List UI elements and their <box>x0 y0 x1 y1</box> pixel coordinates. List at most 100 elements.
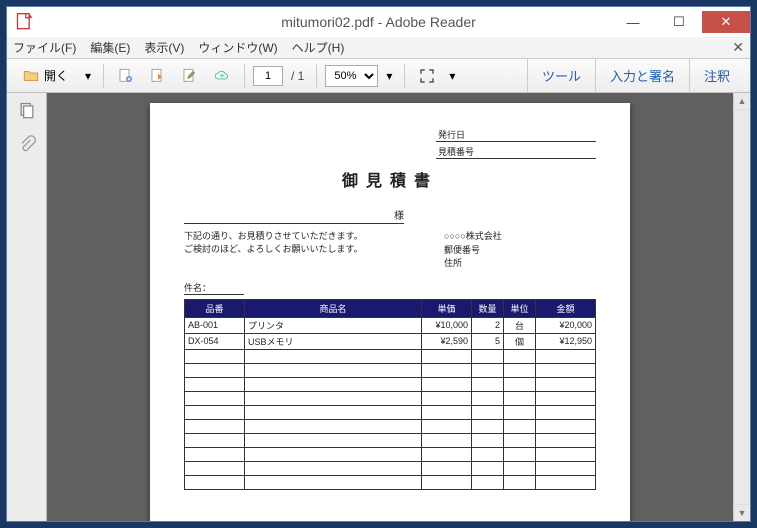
read-mode-button[interactable] <box>413 63 441 89</box>
cloud-up-icon <box>213 67 231 85</box>
cell-amount: ¥20,000 <box>536 317 596 333</box>
menu-view[interactable]: 表示(V) <box>144 39 184 56</box>
export-pdf-button[interactable] <box>144 63 172 89</box>
col-qty: 数量 <box>472 299 504 317</box>
edit-pdf-button[interactable] <box>176 63 204 89</box>
cell-name <box>245 433 422 447</box>
table-row: DX-054USBメモリ¥2,5905個¥12,950 <box>185 333 596 349</box>
zoom-dropdown[interactable]: ▾ <box>382 69 396 83</box>
cell-amount <box>536 363 596 377</box>
open-label: 開く <box>44 67 68 84</box>
page-convert-icon <box>117 67 135 85</box>
cell-name <box>245 419 422 433</box>
table-row <box>185 405 596 419</box>
attachment-icon[interactable] <box>17 135 37 155</box>
separator <box>404 64 405 88</box>
company-name: ○○○○株式会社 <box>444 230 502 244</box>
content-area: 発行日 見積番号 御見積書 様 下記の通り、お見積りさせていただきます。 ご検討… <box>7 93 750 521</box>
cell-unitprice: ¥10,000 <box>422 317 472 333</box>
scroll-up-arrow[interactable]: ▲ <box>734 93 750 110</box>
readmode-dropdown[interactable]: ▾ <box>445 69 459 83</box>
cell-name <box>245 447 422 461</box>
cell-amount <box>536 461 596 475</box>
cell-unitprice <box>422 405 472 419</box>
cell-amount <box>536 447 596 461</box>
zoom-select[interactable]: 50% <box>325 65 378 87</box>
pdf-page: 発行日 見積番号 御見積書 様 下記の通り、お見積りさせていただきます。 ご検討… <box>150 103 630 521</box>
cell-unitprice <box>422 433 472 447</box>
cell-unitprice <box>422 475 472 489</box>
cell-unit <box>504 391 536 405</box>
cell-qty <box>472 391 504 405</box>
cell-name <box>245 377 422 391</box>
separator <box>103 64 104 88</box>
cell-code <box>185 349 245 363</box>
cell-code: DX-054 <box>185 333 245 349</box>
table-row: AB-001プリンタ¥10,0002台¥20,000 <box>185 317 596 333</box>
tools-panel-link[interactable]: ツール <box>527 59 595 93</box>
cell-unitprice <box>422 363 472 377</box>
cell-name <box>245 461 422 475</box>
cell-qty: 2 <box>472 317 504 333</box>
page-pencil-icon <box>181 67 199 85</box>
cell-unit <box>504 447 536 461</box>
cell-amount <box>536 419 596 433</box>
postal-label: 郵便番号 <box>444 244 502 258</box>
thumbnails-icon[interactable] <box>17 101 37 121</box>
estimate-table: 品番 商品名 単価 数量 単位 金額 AB-001プリンタ¥10,0002台¥2… <box>184 299 596 490</box>
menubar: ファイル(F) 編集(E) 表示(V) ウィンドウ(W) ヘルプ(H) ✕ <box>7 37 750 59</box>
table-row <box>185 433 596 447</box>
col-name: 商品名 <box>245 299 422 317</box>
cell-unitprice: ¥2,590 <box>422 333 472 349</box>
minimize-button[interactable]: — <box>610 11 656 33</box>
cell-amount <box>536 391 596 405</box>
document-title: 御見積書 <box>184 167 596 191</box>
cell-qty <box>472 405 504 419</box>
cell-code <box>185 461 245 475</box>
menu-file[interactable]: ファイル(F) <box>13 39 76 56</box>
cell-qty <box>472 461 504 475</box>
nav-sidebar <box>7 93 47 521</box>
cell-code <box>185 475 245 489</box>
table-row <box>185 447 596 461</box>
menubar-close-icon[interactable]: ✕ <box>732 39 744 56</box>
menu-edit[interactable]: 編集(E) <box>90 39 130 56</box>
cell-amount <box>536 377 596 391</box>
cell-code <box>185 377 245 391</box>
page-number-input[interactable] <box>253 66 283 86</box>
cell-name <box>245 349 422 363</box>
col-unit: 単位 <box>504 299 536 317</box>
cell-unitprice <box>422 377 472 391</box>
table-row <box>185 419 596 433</box>
titlebar: mitumori02.pdf - Adobe Reader — ☐ ✕ <box>7 7 750 37</box>
cell-code <box>185 363 245 377</box>
table-row <box>185 363 596 377</box>
close-button[interactable]: ✕ <box>702 11 750 33</box>
fill-sign-panel-link[interactable]: 入力と署名 <box>595 59 689 93</box>
document-viewer[interactable]: 発行日 見積番号 御見積書 様 下記の通り、お見積りさせていただきます。 ご検討… <box>47 93 750 521</box>
cell-qty <box>472 433 504 447</box>
cell-unit <box>504 419 536 433</box>
create-pdf-button[interactable] <box>112 63 140 89</box>
cell-unit <box>504 349 536 363</box>
cell-qty <box>472 349 504 363</box>
recipient-honorific: 様 <box>184 207 404 224</box>
cloud-button[interactable] <box>208 63 236 89</box>
vertical-scrollbar[interactable]: ▲ ▼ <box>733 93 750 521</box>
cell-qty <box>472 475 504 489</box>
open-button[interactable]: 開く <box>13 63 77 89</box>
address-label: 住所 <box>444 257 502 271</box>
cell-unit <box>504 461 536 475</box>
comment-panel-link[interactable]: 注釈 <box>689 59 744 93</box>
open-dropdown[interactable]: ▾ <box>81 69 95 83</box>
cell-name: USBメモリ <box>245 333 422 349</box>
cell-code <box>185 419 245 433</box>
scroll-down-arrow[interactable]: ▼ <box>734 504 750 521</box>
table-row <box>185 349 596 363</box>
cell-unit <box>504 475 536 489</box>
col-unitprice: 単価 <box>422 299 472 317</box>
maximize-button[interactable]: ☐ <box>656 11 702 33</box>
menu-help[interactable]: ヘルプ(H) <box>292 39 345 56</box>
menu-window[interactable]: ウィンドウ(W) <box>198 39 277 56</box>
cell-qty <box>472 447 504 461</box>
